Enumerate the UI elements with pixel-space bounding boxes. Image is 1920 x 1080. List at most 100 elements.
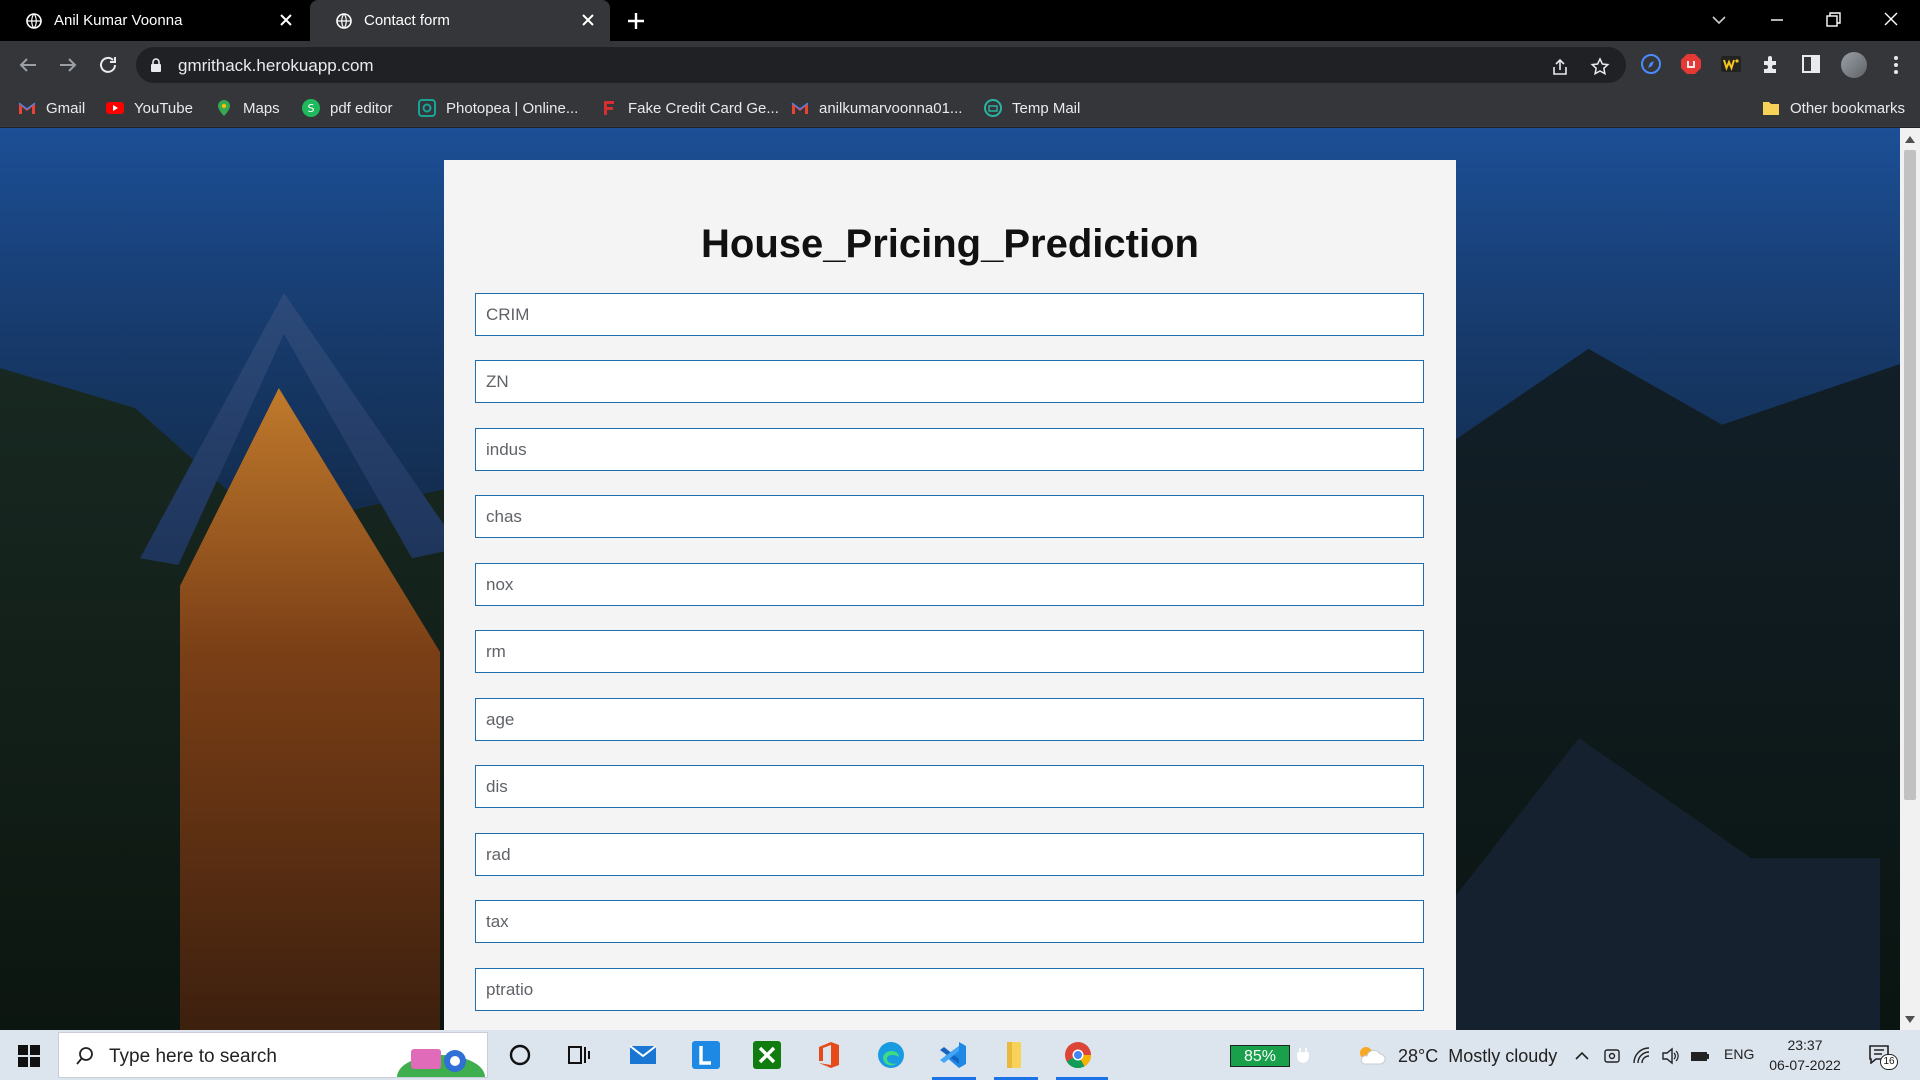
pdf-editor-icon: S bbox=[302, 99, 320, 117]
bookmark-fake-credit-card[interactable]: Fake Credit Card Ge... bbox=[600, 97, 779, 119]
globe-icon bbox=[26, 12, 42, 29]
windows-start-icon[interactable] bbox=[18, 1045, 40, 1067]
ptratio-input[interactable] bbox=[475, 968, 1424, 1011]
taskbar-search[interactable]: Type here to search bbox=[58, 1032, 488, 1078]
svg-text:S: S bbox=[308, 102, 315, 115]
youtube-icon bbox=[106, 102, 124, 114]
notification-count-badge: 16 bbox=[1880, 1054, 1898, 1070]
photopea-icon bbox=[418, 99, 436, 117]
bookmark-label: Other bookmarks bbox=[1790, 99, 1906, 117]
tab-search-icon[interactable] bbox=[1706, 8, 1732, 32]
tab-anil-kumar-voonna[interactable]: Anil Kumar Voonna bbox=[0, 0, 308, 41]
extension-compass-icon[interactable] bbox=[1640, 53, 1662, 75]
partly-cloudy-icon bbox=[1360, 1047, 1386, 1065]
edge-icon[interactable] bbox=[875, 1039, 907, 1071]
rad-input[interactable] bbox=[475, 833, 1424, 876]
file-explorer-icon[interactable] bbox=[999, 1039, 1031, 1071]
side-panel-icon[interactable] bbox=[1800, 53, 1822, 75]
profile-avatar[interactable] bbox=[1841, 52, 1867, 78]
battery-icon[interactable] bbox=[1690, 1046, 1710, 1066]
extension-adblock-icon[interactable] bbox=[1680, 53, 1702, 75]
page-title: House_Pricing_Prediction bbox=[701, 222, 1199, 266]
bookmark-maps[interactable]: Maps bbox=[215, 97, 280, 119]
extension-w-icon[interactable] bbox=[1720, 53, 1742, 75]
new-tab-icon[interactable] bbox=[624, 9, 648, 33]
lightshot-icon[interactable] bbox=[690, 1039, 722, 1071]
vscode-icon[interactable] bbox=[937, 1039, 969, 1071]
office-icon[interactable] bbox=[813, 1039, 845, 1071]
bookmark-photopea[interactable]: Photopea | Online... bbox=[418, 97, 578, 119]
tab-contact-form[interactable]: Contact form bbox=[310, 0, 610, 41]
back-icon[interactable] bbox=[16, 53, 40, 77]
extensions-puzzle-icon[interactable] bbox=[1760, 53, 1782, 75]
battery-percentage-badge[interactable]: 85% bbox=[1230, 1045, 1290, 1067]
tab-title: Contact form bbox=[364, 12, 450, 29]
chrome-icon[interactable] bbox=[1062, 1039, 1094, 1071]
charging-plug-icon bbox=[1297, 1048, 1309, 1063]
weather-widget[interactable]: 28°C Mostly cloudy bbox=[1356, 1044, 1557, 1068]
minimize-icon[interactable] bbox=[1764, 8, 1790, 32]
crim-input[interactable] bbox=[475, 293, 1424, 336]
bookmark-anilkumarvoonna[interactable]: anilkumarvoonna01... bbox=[791, 97, 962, 119]
form-card: House_Pricing_Prediction bbox=[444, 160, 1456, 1030]
restore-icon[interactable] bbox=[1820, 8, 1846, 32]
reload-icon[interactable] bbox=[96, 53, 120, 77]
menu-kebab-icon[interactable] bbox=[1884, 53, 1908, 77]
lock-icon[interactable] bbox=[150, 58, 162, 72]
scrollbar-thumb[interactable] bbox=[1904, 150, 1916, 800]
share-icon[interactable] bbox=[1550, 57, 1570, 77]
bookmark-label: Gmail bbox=[46, 99, 86, 117]
bookmark-label: Temp Mail bbox=[1012, 99, 1081, 117]
tax-input[interactable] bbox=[475, 900, 1424, 943]
scroll-up-arrow-icon[interactable] bbox=[1905, 136, 1915, 143]
page-scrollbar[interactable] bbox=[1900, 128, 1920, 1030]
bookmark-label: pdf editor bbox=[330, 99, 393, 117]
xbox-icon[interactable] bbox=[751, 1039, 783, 1071]
bookmark-temp-mail[interactable]: Temp Mail bbox=[984, 97, 1080, 119]
bookmarks-bar: Gmail YouTube Maps S pdf editor Photopea… bbox=[0, 89, 1920, 127]
bookmark-label: Photopea | Online... bbox=[446, 99, 579, 117]
windows-taskbar: Type here to search 85% 28°C Mostly clou… bbox=[0, 1030, 1920, 1080]
volume-icon[interactable] bbox=[1660, 1046, 1680, 1066]
clock-date: 06-07-2022 bbox=[1769, 1057, 1841, 1073]
task-view-icon[interactable] bbox=[563, 1039, 595, 1071]
bookmark-label: anilkumarvoonna01... bbox=[819, 99, 963, 117]
close-tab-icon[interactable] bbox=[580, 12, 596, 28]
bookmark-pdf-editor[interactable]: S pdf editor bbox=[302, 97, 393, 119]
indus-input[interactable] bbox=[475, 428, 1424, 471]
rm-input[interactable] bbox=[475, 630, 1424, 673]
gmail-icon bbox=[18, 102, 36, 114]
mail-icon[interactable] bbox=[627, 1039, 659, 1071]
dis-input[interactable] bbox=[475, 765, 1424, 808]
weather-temp: 28°C bbox=[1398, 1045, 1439, 1066]
browser-toolbar: gmrithack.herokuapp.com bbox=[0, 41, 1920, 89]
tab-title: Anil Kumar Voonna bbox=[54, 12, 183, 29]
scroll-down-arrow-icon[interactable] bbox=[1905, 1016, 1915, 1023]
input-language[interactable]: ENG bbox=[1724, 1046, 1754, 1062]
chas-input[interactable] bbox=[475, 495, 1424, 538]
nox-input[interactable] bbox=[475, 563, 1424, 606]
system-clock[interactable]: 23:37 06-07-2022 bbox=[1760, 1035, 1850, 1075]
bookmark-gmail[interactable]: Gmail bbox=[18, 97, 85, 119]
search-highlight-icon bbox=[397, 1049, 485, 1077]
bookmark-star-icon[interactable] bbox=[1590, 57, 1610, 77]
bookmark-label: YouTube bbox=[134, 99, 193, 117]
close-tab-icon[interactable] bbox=[278, 12, 294, 28]
meet-now-icon[interactable] bbox=[1602, 1046, 1622, 1066]
globe-icon bbox=[336, 12, 352, 29]
address-bar[interactable]: gmrithack.herokuapp.com bbox=[136, 47, 1626, 83]
bookmark-other-folder[interactable]: Other bookmarks bbox=[1762, 97, 1905, 119]
tab-strip: Anil Kumar Voonna Contact form bbox=[0, 0, 1920, 41]
zn-input[interactable] bbox=[475, 360, 1424, 403]
temp-mail-icon bbox=[984, 99, 1002, 117]
bookmark-youtube[interactable]: YouTube bbox=[106, 97, 193, 119]
clock-time: 23:37 bbox=[1787, 1037, 1823, 1053]
show-hidden-icons-chevron-icon[interactable] bbox=[1572, 1046, 1592, 1066]
notification-center[interactable]: 16 bbox=[1868, 1044, 1898, 1070]
cortana-icon[interactable] bbox=[504, 1039, 536, 1071]
bookmark-label: Fake Credit Card Ge... bbox=[628, 99, 779, 117]
age-input[interactable] bbox=[475, 698, 1424, 741]
close-window-icon[interactable] bbox=[1878, 8, 1904, 32]
forward-icon[interactable] bbox=[56, 53, 80, 77]
wifi-icon[interactable] bbox=[1632, 1046, 1652, 1066]
